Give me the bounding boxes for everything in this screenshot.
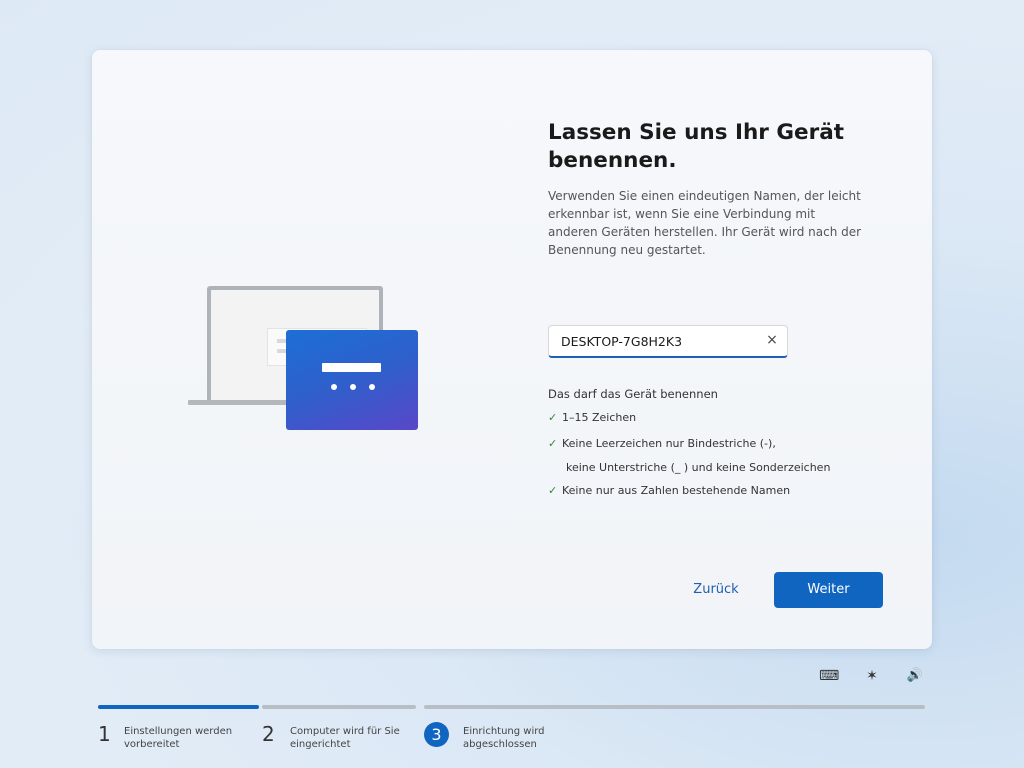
step-number: 1 — [98, 722, 111, 746]
page-description: Verwenden Sie einen eindeutigen Namen, d… — [548, 189, 862, 257]
step-label: Computer wird für Sie eingerichtet — [290, 726, 400, 750]
rule-item: ✓ Keine nur aus Zahlen bestehende Namen — [548, 481, 790, 501]
setup-dialog: Lassen Sie uns Ihr Gerät benennen. Verwe… — [92, 50, 932, 649]
progress-step-2 — [262, 705, 416, 709]
device-name-value[interactable]: DESKTOP-7G8H2K3 — [561, 334, 682, 349]
rule-item: ✓ Keine Leerzeichen nur Bindestriche (-),… — [548, 434, 830, 478]
step-label: Einstellungen werden vorbereitet — [124, 726, 233, 750]
step-label: Einrichtung wird abgeschlossen — [463, 726, 545, 750]
check-icon: ✓ — [548, 437, 558, 450]
rename-dialog-illustration — [286, 330, 418, 430]
current-step-indicator: 3 — [424, 722, 449, 747]
check-icon: ✓ — [548, 484, 558, 497]
next-button[interactable]: Weiter — [774, 572, 883, 608]
accessibility-icon[interactable]: ✶ — [862, 666, 882, 686]
rules-heading: Das darf das Gerät benennen — [548, 387, 718, 401]
device-name-input[interactable]: DESKTOP-7G8H2K3 × — [548, 325, 788, 358]
progress-step-3 — [424, 705, 925, 709]
check-icon: ✓ — [548, 411, 558, 424]
rule-item: ✓ 1–15 Zeichen — [548, 408, 636, 428]
back-button[interactable]: Zurück — [683, 572, 749, 608]
device-illustration — [188, 284, 418, 434]
clear-icon[interactable]: × — [765, 332, 779, 348]
step-number: 2 — [262, 722, 275, 746]
page-title: Lassen Sie uns Ihr Gerät benennen. — [548, 120, 845, 173]
volume-icon[interactable]: 🔊 — [905, 666, 925, 686]
keyboard-icon[interactable]: ⌨ — [819, 666, 839, 686]
progress-step-1 — [98, 705, 259, 709]
